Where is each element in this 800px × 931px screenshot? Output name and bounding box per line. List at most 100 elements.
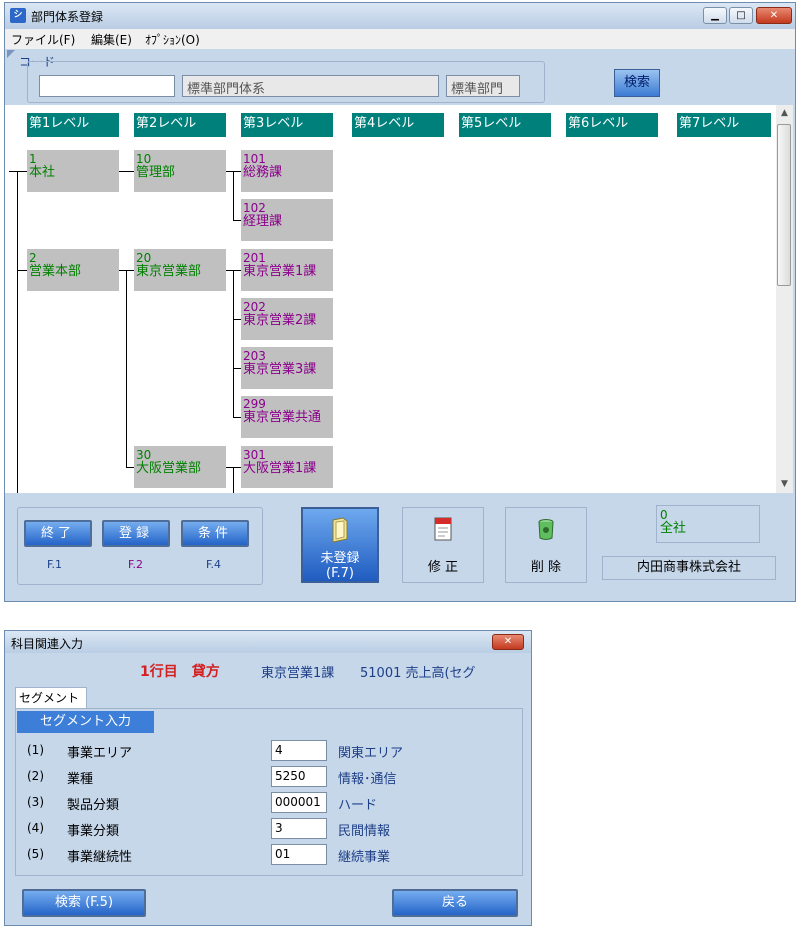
department-system-window: シ 部門体系登録 ▁ □ ✕ ファイル(F) 編集(E) ｵﾌﾟｼｮﾝ(O) コ… [4,2,796,602]
level-header-1: 第1レベル [27,113,119,137]
notepad-icon [434,517,452,541]
account-relation-dialog: 科目関連入力 ✕ 1行目 貸方 東京営業1課 51001 売上高(セグ セグメン… [4,630,532,926]
node-code: 1 [29,152,37,166]
node-name: 大阪営業部 [136,461,202,476]
maximize-button[interactable]: □ [729,7,753,24]
level-header-7: 第7レベル [677,113,771,137]
business-class-input[interactable]: 3 [271,818,327,839]
node-name: 東京営業部 [136,264,202,279]
tree-node[interactable]: 20 東京営業部 [134,249,226,291]
tree-line [233,368,241,369]
back-button[interactable]: 戻る [392,889,518,917]
node-code: 202 [243,300,266,314]
tree-line [233,270,234,417]
scroll-down-icon[interactable]: ▼ [776,476,793,493]
level-header-2: 第2レベル [134,113,226,137]
tree-node[interactable]: 101 総務課 [241,150,333,192]
node-name: 本社 [29,165,56,180]
node-name: 東京営業3課 [243,362,317,377]
row-number: (4) [27,821,44,835]
node-name: 管理部 [136,165,176,180]
tree-node[interactable]: 102 経理課 [241,199,333,241]
level-header-6: 第6レベル [566,113,658,137]
unregistered-button[interactable]: 未登録 (F.7) [301,507,379,583]
menu-file[interactable]: ファイル(F) [11,31,75,48]
modify-button[interactable]: 修 正 [402,507,484,583]
dialog-account-label: 51001 売上高(セグ [360,666,476,681]
dialog-dept-label: 東京営業1課 [261,666,335,681]
tree-node[interactable]: 2 営業本部 [27,249,119,291]
trash-can-icon [538,519,554,540]
node-name: 東京営業1課 [243,264,317,279]
tree-node[interactable]: 301 大阪営業1課 [241,446,333,488]
tree-line [233,220,241,221]
node-name: 東京営業共通 [243,410,322,425]
continuity-input[interactable]: 01 [271,844,327,865]
tree-node[interactable]: 202 東京営業2課 [241,298,333,340]
minimize-button[interactable]: ▁ [703,7,727,24]
panel-corner-icon [7,50,15,58]
tree-line [233,319,241,320]
node-code: 301 [243,448,266,462]
tree-line [9,171,27,172]
tree-node[interactable]: 1 本社 [27,150,119,192]
tree-node[interactable]: 201 東京営業1課 [241,249,333,291]
menu-bar: ファイル(F) 編集(E) ｵﾌﾟｼｮﾝ(O) [5,29,795,49]
dialog-search-button[interactable]: 検索 (F.5) [22,889,146,917]
row-number: (3) [27,795,44,809]
node-code: 101 [243,152,266,166]
delete-label: 削 除 [530,560,562,575]
selected-dept-box: 0 全社 [656,505,760,543]
node-name: 大阪営業1課 [243,461,317,476]
node-code: 30 [136,448,152,462]
business-class-label: 事業分類 [67,824,120,839]
code-panel: コード 標準部門体系 標準部門 検索 [5,49,795,105]
delete-button[interactable]: 削 除 [505,507,587,583]
condition-button[interactable]: 条件 [181,520,249,547]
scroll-thumb[interactable] [777,124,791,286]
row-number: (2) [27,769,44,783]
end-key-label: F.1 [47,558,63,571]
menu-edit[interactable]: 編集(E) [91,31,132,48]
row-number: (1) [27,743,44,757]
action-panel: 終了 登録 条件 F.1 F.2 F.4 未登録 (F.7) 修 正 削 除 0… [5,493,795,601]
title-bar: シ 部門体系登録 ▁ □ ✕ [5,3,795,29]
tree-line [233,417,241,418]
node-code: 20 [136,251,152,265]
tree-line [126,467,134,468]
node-name: 総務課 [243,165,283,180]
dialog-close-button[interactable]: ✕ [492,634,524,650]
industry-label: 業種 [67,772,94,787]
tree-node[interactable]: 30 大阪営業部 [134,446,226,488]
tree-node[interactable]: 10 管理部 [134,150,226,192]
product-class-label: 製品分類 [67,798,120,813]
tree-scrollbar[interactable]: ▲ ▼ [776,105,793,493]
search-button[interactable]: 検索 [614,69,660,97]
end-button[interactable]: 終了 [24,520,92,547]
node-name: 東京営業2課 [243,313,317,328]
node-name: 営業本部 [29,264,82,279]
scroll-up-icon[interactable]: ▲ [776,105,793,122]
tree-node[interactable]: 203 東京営業3課 [241,347,333,389]
tree-line [17,171,18,493]
selected-dept-name: 全社 [660,521,687,536]
tree-line [233,467,234,493]
close-button[interactable]: ✕ [756,7,792,24]
tree-line [119,171,134,172]
industry-desc: 情報･通信 [338,772,397,787]
level-header-4: 第4レベル [352,113,444,137]
dialog-title-bar: 科目関連入力 ✕ [5,631,531,653]
tab-segment[interactable]: セグメント [15,687,87,709]
register-button[interactable]: 登録 [102,520,170,547]
row-side-label: 1行目 貸方 [140,664,220,680]
product-class-input[interactable]: 000001 [271,792,327,813]
industry-input[interactable]: 5250 [271,766,327,787]
node-code: 203 [243,349,266,363]
company-name: 内田商事株式会社 [602,556,776,580]
row-number: (5) [27,847,44,861]
menu-options[interactable]: ｵﾌﾟｼｮﾝ(O) [145,31,200,48]
code-input[interactable] [39,75,175,97]
tree-node[interactable]: 299 東京営業共通 [241,396,333,438]
level-header-3: 第3レベル [241,113,333,137]
business-area-input[interactable]: 4 [271,740,327,761]
